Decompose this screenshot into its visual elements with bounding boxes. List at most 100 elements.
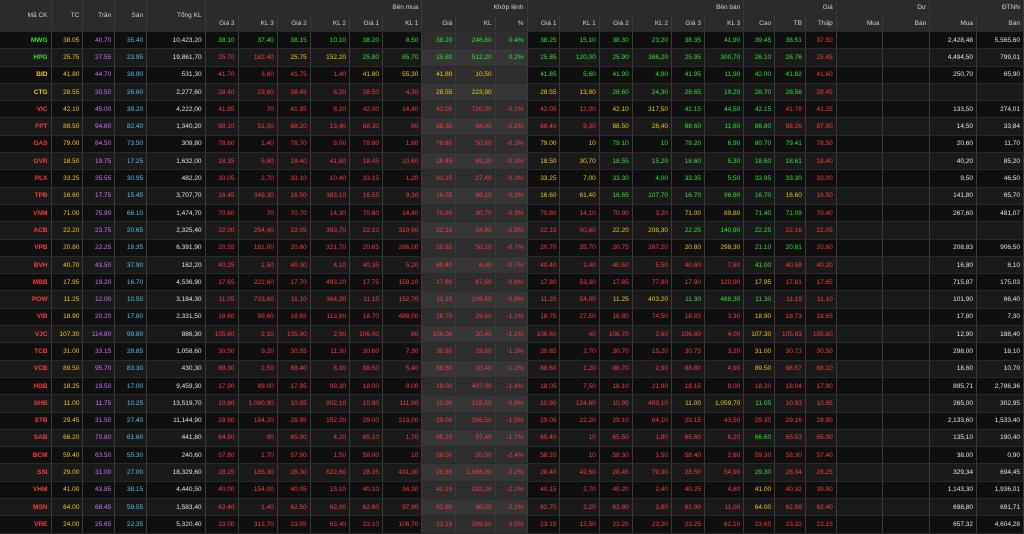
col-avg[interactable]: TB (774, 15, 806, 32)
cell-symbol[interactable]: BID (0, 66, 52, 84)
col-ref[interactable]: TC (51, 0, 84, 32)
cell-bid-p1: 88.50 (349, 360, 383, 378)
table-row[interactable]: VCB 89.50 95.70 83.30 430,30 88.30 2,50 88.40 8,… (0, 360, 1024, 378)
cell-low: 88.10 (805, 360, 837, 378)
cell-symbol[interactable]: VCB (0, 360, 52, 378)
table-row[interactable]: VPB 20.80 22.25 19.35 6,391,90 20.55 181,00 20.… (0, 239, 1024, 257)
col-foreign-buy[interactable]: Mua (929, 15, 977, 32)
cell-symbol[interactable]: BVH (0, 256, 52, 275)
table-row[interactable]: CTG 28.55 30.50 26.60 2,277,60 28.40 23,60 28.4… (0, 83, 1024, 102)
cell-symbol[interactable]: SHB (0, 394, 52, 413)
col-match-pct[interactable]: % (495, 15, 528, 32)
cell-symbol[interactable]: STB (0, 412, 52, 430)
cell-ask-p1: 22.15 (527, 221, 561, 240)
col-ask-v1[interactable]: KL 1 (559, 15, 600, 32)
table-row[interactable]: GAS 79.00 84.50 73.50 309,80 78.60 1,40 78.70 8,… (0, 135, 1024, 154)
table-row[interactable]: VIC 42.10 45.00 39.20 4,222,00 41.85 70 41.95 8,… (0, 100, 1024, 119)
table-row[interactable]: VIB 18.90 20.20 17.60 2,331,50 18.60 99,60 18.6… (0, 308, 1024, 327)
col-match-vol[interactable]: KL (455, 15, 496, 32)
col-foreign-sell[interactable]: Bán (976, 15, 1024, 32)
table-row[interactable]: GVR 18.50 19.75 17.25 1,632,00 18.35 5,80 18.40… (0, 152, 1024, 171)
cell-symbol[interactable]: HDB (0, 377, 52, 396)
cell-symbol[interactable]: FPT (0, 117, 52, 136)
cell-remain-sell (882, 100, 931, 119)
table-row[interactable]: FPT 88.50 94.60 82.40 1,340,20 88.10 51,00 88.2… (0, 117, 1024, 136)
col-match-price[interactable]: Giá (421, 15, 457, 32)
table-row[interactable]: BCM 59.40 63.50 55.30 240,60 57.80 1,70 57.90 1,… (0, 446, 1024, 465)
col-remain-sell[interactable]: Bán (882, 15, 931, 32)
table-row[interactable]: BVH 40.70 43.50 37.90 162,20 40.25 1,50 40.30 4,… (0, 256, 1024, 275)
cell-symbol[interactable]: VRE (0, 515, 52, 534)
table-row[interactable]: TPB 16.60 17.75 15.45 3,707,70 16.45 349,30 16.… (0, 187, 1024, 205)
table-row[interactable]: VNM 71.00 75.90 66.10 1,474,70 70.60 70 70.70 14… (0, 204, 1024, 223)
table-row[interactable]: MBB 17.95 19.20 16.70 4,536,90 17.65 222,60 17.… (0, 273, 1024, 292)
table-row[interactable]: PLX 33.25 35.55 30.95 482,20 33.05 2,70 33.10 10… (0, 169, 1024, 188)
cell-symbol[interactable]: VPB (0, 239, 52, 257)
cell-bid-p1: 18.00 (349, 377, 383, 396)
col-ceil[interactable]: Trần (82, 0, 116, 32)
cell-ask-p1: 62.70 (527, 498, 561, 517)
col-bid-v3[interactable]: KL 3 (238, 15, 278, 32)
col-ask-p1[interactable]: Giá 1 (527, 15, 561, 32)
table-row[interactable]: SHB 11.00 11.75 10.25 13,519,70 10.80 1,080,90… (0, 394, 1024, 413)
cell-symbol[interactable]: VJC (0, 325, 52, 344)
col-ask-v2[interactable]: KL 2 (632, 15, 673, 32)
col-bid-v2[interactable]: KL 2 (310, 15, 351, 32)
col-ask-p3[interactable]: Giá 3 (671, 15, 705, 32)
cell-symbol[interactable]: MBB (0, 273, 52, 292)
cell-match-pct: -1.1% (495, 308, 528, 327)
col-bid-v1[interactable]: KL 1 (382, 15, 423, 32)
cell-symbol[interactable]: VNM (0, 204, 52, 223)
cell-remain-sell (882, 117, 931, 136)
col-ask-v3[interactable]: KL 3 (704, 15, 745, 32)
col-bid-p3[interactable]: Giá 3 (205, 15, 239, 32)
col-high[interactable]: Cao (743, 15, 776, 32)
cell-symbol[interactable]: GAS (0, 135, 52, 154)
table-row[interactable]: MSN 64.00 68.45 59.55 1,583,40 62.40 1,40 62.50… (0, 498, 1024, 517)
cell-symbol[interactable]: VIB (0, 308, 52, 327)
col-symbol[interactable]: Mã CK (0, 0, 52, 32)
cell-bid-p1: 38.20 (349, 31, 383, 50)
col-total-vol[interactable]: Tổng KL (146, 0, 206, 32)
table-row[interactable]: HPG 25.75 27.55 23.95 19,861,70 25.70 182,40 25… (0, 48, 1024, 67)
cell-symbol[interactable]: BCM (0, 446, 52, 465)
col-ask-p2[interactable]: Giá 2 (599, 15, 633, 32)
cell-bid-v3: 37,40 (238, 31, 278, 50)
col-low[interactable]: Thấp (805, 15, 837, 32)
table-row[interactable]: POW 11.25 12.00 10.50 3,184,30 11.05 723,60 11.… (0, 290, 1024, 309)
table-row[interactable]: SSI 29.00 31.00 27.00 18,329,60 28.25 185,30 28… (0, 463, 1024, 482)
cell-symbol[interactable]: CTG (0, 83, 52, 102)
cell-symbol[interactable]: GVR (0, 152, 52, 171)
col-floor[interactable]: Sàn (114, 0, 148, 32)
cell-ask-v1: 1,20 (559, 360, 600, 378)
cell-symbol[interactable]: TCB (0, 342, 52, 361)
table-row[interactable]: MWG 38.05 40.70 35.40 10,423,20 38.10 37,40 38.… (0, 31, 1024, 50)
cell-symbol[interactable]: TPB (0, 187, 52, 205)
table-row[interactable]: TCB 31.00 33.15 28.85 1,058,60 30.50 9,20 30.55… (0, 342, 1024, 361)
table-row[interactable]: VRE 24.00 25.65 22.35 5,320,40 23.00 312,70 23.… (0, 515, 1024, 534)
cell-ask-v2: 5,50 (632, 256, 673, 275)
cell-floor: 10.25 (114, 394, 148, 413)
col-bid-p1[interactable]: Giá 1 (349, 15, 383, 32)
table-row[interactable]: ACB 22.20 23.75 20.65 2,325,40 22.00 254,40 22.… (0, 221, 1024, 240)
cell-symbol[interactable]: SSI (0, 463, 52, 482)
cell-symbol[interactable]: VHM (0, 481, 52, 500)
cell-symbol[interactable]: ACB (0, 221, 52, 240)
table-row[interactable]: VHM 41.00 43.85 38.15 4,440,50 40.00 154,00 40.… (0, 481, 1024, 500)
table-row[interactable]: VJC 107.30 114.80 99.80 886,30 105.80 2,10 105.… (0, 325, 1024, 344)
cell-symbol[interactable]: MSN (0, 498, 52, 517)
cell-symbol[interactable]: SAB (0, 429, 52, 448)
table-row[interactable]: SAB 66.20 70.80 61.60 441,80 64.90 90 65.00 4,20… (0, 429, 1024, 448)
cell-symbol[interactable]: PLX (0, 169, 52, 188)
col-bid-p2[interactable]: Giá 2 (277, 15, 311, 32)
table-row[interactable]: STB 29.45 31.50 27.40 11,144,90 28.90 184,20 28… (0, 412, 1024, 430)
cell-symbol[interactable]: HPG (0, 48, 52, 67)
col-remain-buy[interactable]: Mua (836, 15, 884, 32)
table-row[interactable]: HDB 18.25 19.50 17.00 9,459,30 17.90 89,00 17.9… (0, 377, 1024, 396)
table-row[interactable]: BID 41.80 44.70 38.90 531,30 41.70 3,60 41.75 1,… (0, 66, 1024, 84)
cell-match-vol: 720,00 (455, 100, 496, 119)
cell-symbol[interactable]: POW (0, 290, 52, 309)
cell-remain-sell (882, 169, 931, 188)
cell-symbol[interactable]: VIC (0, 100, 52, 119)
cell-symbol[interactable]: MWG (0, 31, 52, 50)
